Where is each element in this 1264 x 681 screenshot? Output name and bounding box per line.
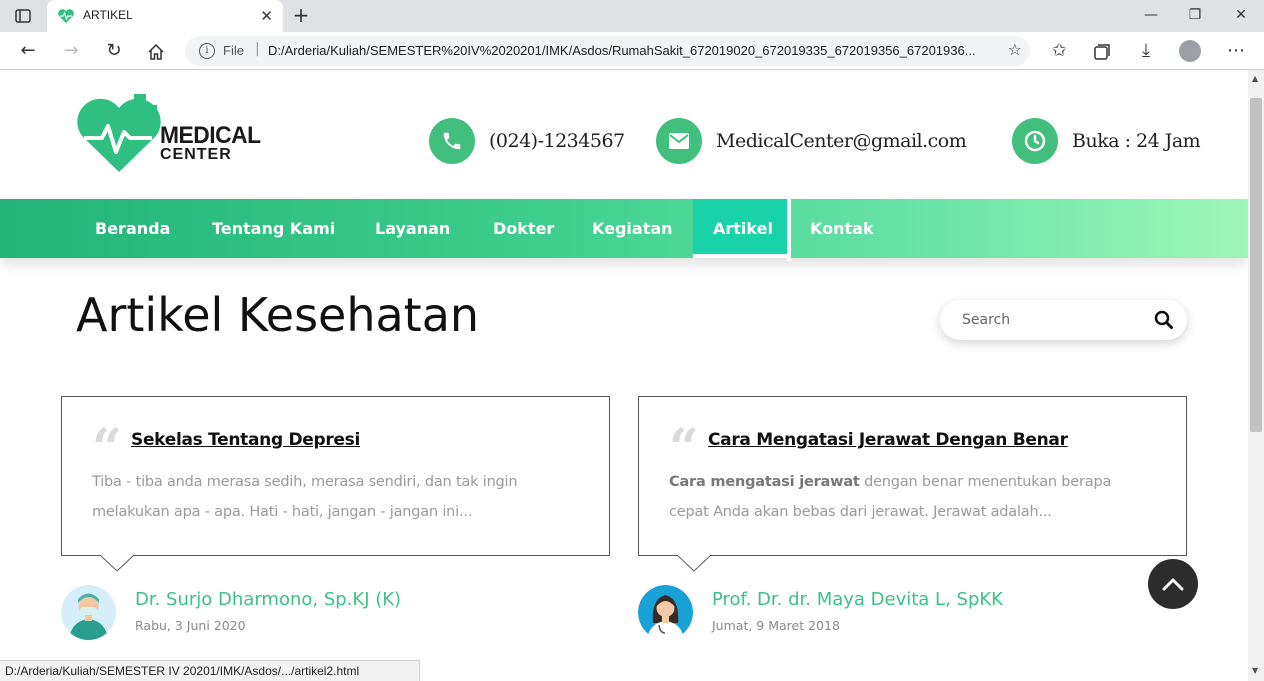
article-card[interactable]: “ Cara Mengatasi Jerawat Dengan Benar Ca…	[638, 396, 1187, 556]
nav-item-layanan[interactable]: Layanan	[375, 199, 450, 258]
author-name[interactable]: Prof. Dr. dr. Maya Devita L, SpKK	[712, 589, 1003, 610]
url-text[interactable]: D:/Arderia/Kuliah/SEMESTER%20IV%2020201/…	[268, 43, 988, 58]
contact-hours: Buka : 24 Jam	[1012, 118, 1201, 164]
browser-tab[interactable]: ARTIKEL ✕	[47, 0, 283, 32]
browser-tab-bar: ARTIKEL ✕ + — ❐ ✕	[0, 0, 1264, 32]
logo-text-center: CENTER	[160, 146, 232, 163]
url-separator: |	[255, 41, 260, 57]
back-to-top-button[interactable]	[1148, 559, 1198, 609]
scroll-down-arrow-icon[interactable]: ▼	[1252, 666, 1258, 675]
tab-close-icon[interactable]: ✕	[260, 8, 273, 24]
page-viewport: MEDICAL CENTER (024)-1234567 MedicalCent…	[0, 70, 1248, 681]
nav-item-artikel[interactable]: Artikel	[713, 199, 773, 258]
status-bar-url: D:/Arderia/Kuliah/SEMESTER IV 20201/IMK/…	[0, 660, 420, 681]
article-excerpt: Cara mengatasi jerawat dengan benar mene…	[669, 467, 1169, 527]
article-date: Jumat, 9 Maret 2018	[712, 618, 840, 633]
tab-title: ARTIKEL	[83, 8, 133, 22]
nav-item-dokter[interactable]: Dokter	[493, 199, 554, 258]
article-author: Dr. Surjo Dharmono, Sp.KJ (K) Rabu, 3 Ju…	[61, 585, 481, 641]
new-tab-icon[interactable]: +	[290, 4, 312, 26]
envelope-icon	[656, 118, 702, 164]
article-excerpt-line: Cara mengatasi jerawat dengan benar mene…	[669, 467, 1169, 497]
opening-hours: Buka : 24 Jam	[1072, 130, 1201, 152]
article-date: Rabu, 3 Juni 2020	[135, 618, 246, 633]
page-scrollbar[interactable]: ▲ ▼	[1248, 70, 1264, 681]
article-excerpt-line: Tiba - tiba anda merasa sedih, merasa se…	[92, 474, 518, 490]
author-name[interactable]: Dr. Surjo Dharmono, Sp.KJ (K)	[135, 589, 401, 610]
page-title: Artikel Kesehatan	[76, 288, 480, 342]
minimize-icon[interactable]: —	[1128, 4, 1174, 26]
address-bar[interactable]: i File | D:/Arderia/Kuliah/SEMESTER%20IV…	[185, 36, 1030, 66]
article-author: Prof. Dr. dr. Maya Devita L, SpKK Jumat,…	[638, 585, 1058, 641]
card-pointer	[677, 555, 711, 572]
article-excerpt-rest: dengan benar menentukan berapa	[859, 474, 1112, 490]
site-logo[interactable]: MEDICAL CENTER	[74, 94, 261, 174]
restore-icon[interactable]: ❐	[1172, 4, 1218, 26]
browser-toolbar: ← → ↻ i File | D:/Arderia/Kuliah/SEMESTE…	[0, 32, 1264, 70]
window-close-icon[interactable]: ✕	[1218, 4, 1264, 26]
more-menu-icon[interactable]: ⋯	[1223, 38, 1249, 64]
quote-icon: “	[92, 418, 122, 479]
doctor-male-avatar	[61, 585, 116, 640]
phone-number: (024)-1234567	[489, 130, 625, 152]
contact-phone: (024)-1234567	[429, 118, 625, 164]
reload-icon[interactable]: ↻	[101, 38, 127, 64]
favorites-icon[interactable]: ✩	[1046, 38, 1072, 64]
add-favorite-icon[interactable]: ☆	[1008, 40, 1022, 59]
heart-plus-logo-icon	[77, 94, 161, 172]
tab-actions-icon[interactable]	[14, 7, 32, 25]
scroll-thumb[interactable]	[1250, 98, 1262, 432]
heart-favicon-icon	[58, 9, 74, 23]
doctor-female-avatar	[638, 585, 693, 640]
article-excerpt-bold: Cara mengatasi jerawat	[669, 474, 860, 490]
downloads-icon[interactable]: ⤓	[1133, 38, 1159, 64]
article-excerpt: Tiba - tiba anda merasa sedih, merasa se…	[92, 467, 592, 527]
contact-email: MedicalCenter@gmail.com	[656, 118, 967, 164]
article-excerpt-line: cepat Anda akan bebas dari jerawat. Jera…	[669, 504, 1052, 520]
card-pointer	[100, 555, 134, 572]
profile-avatar-icon[interactable]	[1179, 40, 1201, 62]
search-box	[940, 300, 1187, 340]
home-icon[interactable]	[146, 42, 166, 62]
quote-icon: “	[669, 418, 699, 479]
search-icon[interactable]	[1154, 310, 1174, 330]
back-icon[interactable]: ←	[15, 38, 41, 64]
nav-item-tentang-kami[interactable]: Tentang Kami	[212, 199, 335, 258]
chevron-up-icon	[1162, 578, 1184, 591]
search-input[interactable]	[962, 310, 1142, 330]
site-info-icon[interactable]: i	[199, 43, 215, 59]
clock-icon	[1012, 118, 1058, 164]
nav-item-beranda[interactable]: Beranda	[95, 199, 170, 258]
url-scheme-label: File	[223, 43, 244, 58]
scroll-up-arrow-icon[interactable]: ▲	[1252, 74, 1258, 83]
main-navbar: Beranda Tentang Kami Layanan Dokter Kegi…	[0, 199, 1248, 261]
email-address: MedicalCenter@gmail.com	[716, 130, 967, 152]
phone-icon	[429, 118, 475, 164]
article-card[interactable]: “ Sekelas Tentang Depresi Tiba - tiba an…	[61, 396, 610, 556]
forward-icon[interactable]: →	[58, 38, 84, 64]
nav-item-kontak[interactable]: Kontak	[810, 199, 874, 258]
nav-item-kegiatan[interactable]: Kegiatan	[592, 199, 673, 258]
nav-active-edge	[787, 199, 791, 261]
article-title-link[interactable]: Sekelas Tentang Depresi	[131, 430, 360, 450]
article-title-link[interactable]: Cara Mengatasi Jerawat Dengan Benar	[708, 430, 1068, 450]
article-excerpt-line: melakukan apa - apa. Hati - hati, jangan…	[92, 504, 473, 520]
collections-icon[interactable]	[1092, 42, 1112, 62]
